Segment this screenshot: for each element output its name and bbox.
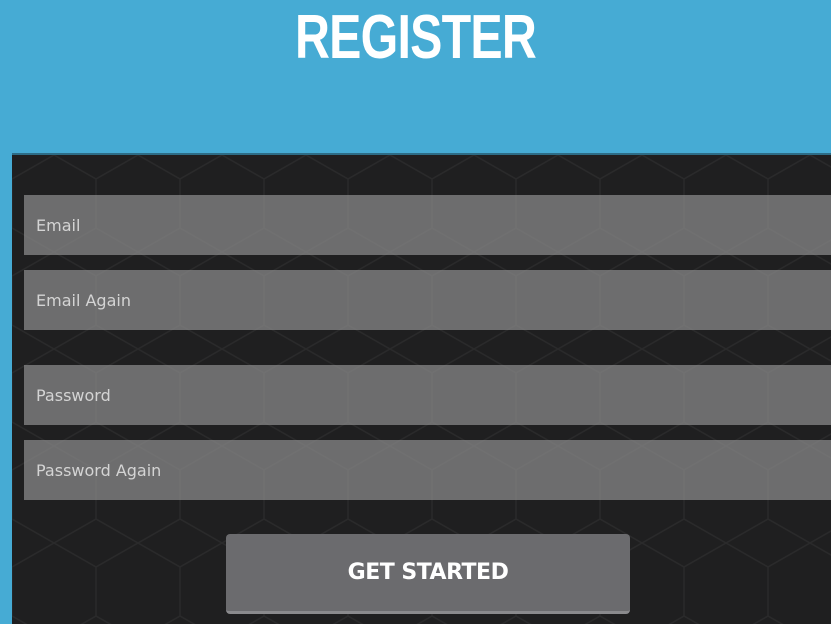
register-form-panel: GET STARTED	[12, 153, 831, 624]
password-again-field[interactable]	[24, 440, 831, 500]
get-started-button[interactable]: GET STARTED	[226, 534, 630, 614]
email-again-field[interactable]	[24, 270, 831, 330]
page-title: REGISTER	[295, 3, 537, 72]
register-page: REGISTER GET STARTED	[0, 0, 831, 624]
header-banner: REGISTER	[0, 0, 831, 153]
password-field[interactable]	[24, 365, 831, 425]
email-field[interactable]	[24, 195, 831, 255]
